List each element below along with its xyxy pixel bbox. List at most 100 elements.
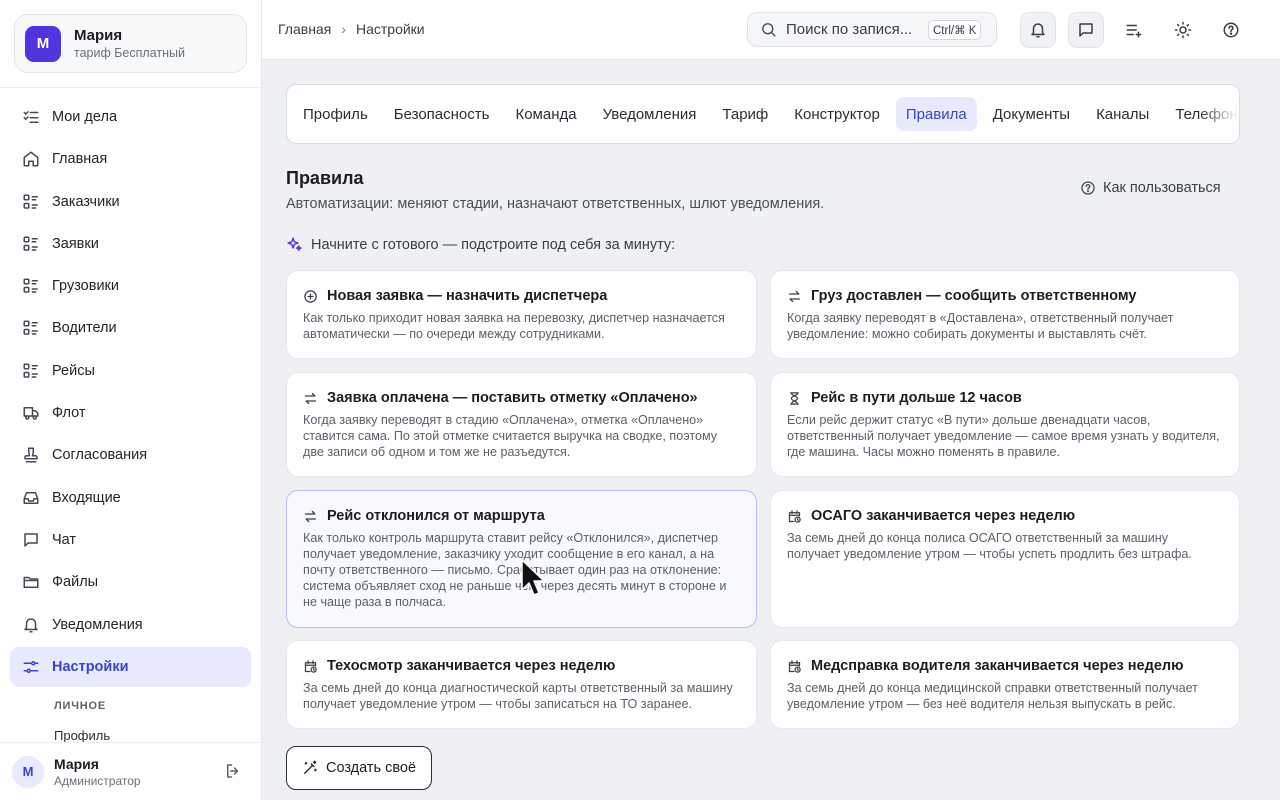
template-title: Груз доставлен — сообщить ответственному bbox=[811, 288, 1137, 304]
swap-icon bbox=[788, 290, 801, 302]
tab-rules[interactable]: Правила bbox=[895, 97, 977, 131]
bell-icon bbox=[1031, 23, 1045, 38]
tab-team[interactable]: Команда bbox=[505, 97, 586, 131]
search-shortcut: Ctrl/⌘ K bbox=[928, 19, 982, 40]
template-description: Когда заявку переводят в «Доставлена», о… bbox=[787, 311, 1174, 341]
template-card[interactable]: Груз доставлен — сообщить ответственному… bbox=[770, 270, 1240, 359]
template-card[interactable]: Новая заявка — назначить диспетчера Как … bbox=[286, 270, 757, 359]
sidebar-item-label: Входящие bbox=[52, 489, 121, 506]
user-role: Администратор bbox=[54, 773, 141, 788]
tasks-icon bbox=[23, 111, 39, 123]
sidebar-item-customers[interactable]: Заказчики bbox=[10, 182, 251, 222]
template-description: За семь дней до конца полиса ОСАГО ответ… bbox=[787, 531, 1192, 561]
template-title: Заявка оплачена — поставить отметку «Опл… bbox=[327, 390, 698, 406]
sliders-icon bbox=[23, 660, 39, 673]
template-title: Техосмотр заканчивается через неделю bbox=[327, 658, 616, 674]
calendar-clock-icon bbox=[304, 659, 317, 673]
template-card[interactable]: Заявка оплачена — поставить отметку «Опл… bbox=[286, 372, 757, 477]
sidebar-nav: Мои дела Главная Заказчики Заявки Грузов… bbox=[10, 97, 251, 689]
sidebar-item-label: Флот bbox=[52, 405, 86, 422]
sidebar-sublink-profile[interactable]: Профиль bbox=[54, 728, 110, 743]
search-box[interactable]: Ctrl/⌘ K bbox=[747, 12, 997, 47]
notifications-button[interactable] bbox=[1020, 12, 1056, 48]
template-card[interactable]: Техосмотр заканчивается через неделю За … bbox=[286, 640, 757, 729]
messages-button[interactable] bbox=[1068, 12, 1104, 48]
breadcrumb-home[interactable]: Главная bbox=[278, 21, 331, 37]
sidebar-item-label: Согласования bbox=[52, 447, 148, 464]
chat-icon bbox=[24, 533, 38, 547]
plus-circle-icon bbox=[304, 289, 317, 303]
list-icon bbox=[23, 236, 38, 251]
sidebar-item-approvals[interactable]: Согласования bbox=[10, 435, 251, 475]
sidebar-item-label: Уведомления bbox=[52, 616, 143, 633]
mouse-cursor-icon bbox=[521, 559, 545, 596]
template-card[interactable]: Рейс в пути дольше 12 часов Если рейс де… bbox=[770, 372, 1240, 477]
hourglass-icon bbox=[790, 391, 799, 405]
sidebar-item-chat[interactable]: Чат bbox=[10, 520, 251, 560]
help-button[interactable] bbox=[1213, 12, 1249, 48]
template-description: Как только приходит новая заявка на пере… bbox=[303, 311, 725, 341]
avatar[interactable]: М bbox=[12, 755, 44, 788]
chevron-right-icon: › bbox=[341, 21, 346, 37]
chat-icon bbox=[1079, 23, 1093, 37]
tab-builder[interactable]: Конструктор bbox=[784, 97, 890, 131]
sidebar-item-home[interactable]: Главная bbox=[10, 139, 251, 179]
tab-channels[interactable]: Каналы bbox=[1086, 97, 1159, 131]
list-icon bbox=[23, 194, 38, 209]
sun-icon bbox=[1174, 21, 1192, 39]
swap-icon bbox=[304, 510, 317, 522]
template-card[interactable]: ОСАГО заканчивается через неделю За семь… bbox=[770, 490, 1240, 628]
tab-security[interactable]: Безопасность bbox=[384, 97, 500, 131]
bell-icon bbox=[24, 617, 38, 633]
tab-notifications[interactable]: Уведомления bbox=[593, 97, 707, 131]
sidebar-item-my-tasks[interactable]: Мои дела bbox=[10, 97, 251, 137]
sidebar-item-label: Водители bbox=[52, 320, 117, 337]
tab-documents[interactable]: Документы bbox=[983, 97, 1080, 131]
sidebar-item-label: Грузовики bbox=[52, 278, 119, 295]
user-panel: М Мария Администратор bbox=[0, 742, 261, 800]
template-description: За семь дней до конца диагностической ка… bbox=[303, 681, 733, 711]
breadcrumb-current: Настройки bbox=[355, 21, 425, 37]
how-to-use-link[interactable]: Как пользоваться bbox=[1080, 180, 1221, 196]
template-description: Когда заявку переводят в стадию «Оплачен… bbox=[303, 413, 718, 459]
template-card[interactable]: Медсправка водителя заканчивается через … bbox=[770, 640, 1240, 729]
create-rule-button[interactable]: Создать своё bbox=[286, 746, 432, 790]
theme-toggle-button[interactable] bbox=[1165, 12, 1201, 48]
help-icon bbox=[1081, 181, 1095, 195]
sidebar-item-fleet[interactable]: Флот bbox=[10, 393, 251, 433]
sidebar-item-notifications[interactable]: Уведомления bbox=[10, 605, 251, 645]
logout-icon[interactable] bbox=[224, 762, 242, 780]
tab-telephony[interactable]: Телефония bbox=[1165, 97, 1239, 131]
magic-wand-icon bbox=[303, 760, 317, 774]
sidebar-item-trucks[interactable]: Грузовики bbox=[10, 266, 251, 306]
list-icon bbox=[23, 278, 38, 293]
sidebar-item-label: Настройки bbox=[52, 658, 129, 675]
breadcrumb: Главная › Настройки bbox=[278, 21, 425, 37]
template-title: Рейс в пути дольше 12 часов bbox=[811, 390, 1022, 406]
sidebar-item-label: Мои дела bbox=[52, 109, 118, 125]
template-title: Медсправка водителя заканчивается через … bbox=[811, 658, 1184, 674]
search-icon bbox=[762, 23, 776, 37]
tab-plan[interactable]: Тариф bbox=[712, 97, 778, 131]
sidebar-item-drivers[interactable]: Водители bbox=[10, 308, 251, 348]
sidebar-item-label: Главная bbox=[52, 151, 108, 168]
list-add-icon bbox=[1126, 24, 1142, 38]
sidebar-item-trips[interactable]: Рейсы bbox=[10, 351, 251, 391]
add-task-button[interactable] bbox=[1116, 12, 1152, 48]
page-title: Правила bbox=[286, 168, 364, 188]
sidebar-item-settings[interactable]: Настройки bbox=[10, 646, 251, 687]
account-name: Мария bbox=[74, 27, 123, 44]
templates-hint: Начните с готового — подстроите под себя… bbox=[286, 236, 675, 253]
templates-hint-text: Начните с готового — подстроите под себя… bbox=[311, 236, 676, 253]
sidebar-item-label: Заказчики bbox=[52, 193, 120, 210]
sidebar-item-files[interactable]: Файлы bbox=[10, 562, 251, 602]
sidebar-item-inbox[interactable]: Входящие bbox=[10, 478, 251, 518]
template-title: Новая заявка — назначить диспетчера bbox=[327, 288, 608, 304]
account-switcher[interactable]: М Мария тариф Бесплатный bbox=[14, 14, 247, 73]
help-icon bbox=[1223, 22, 1239, 38]
sidebar-item-requests[interactable]: Заявки bbox=[10, 224, 251, 264]
search-input[interactable] bbox=[786, 21, 924, 38]
tab-profile[interactable]: Профиль bbox=[293, 97, 378, 131]
list-icon bbox=[23, 320, 38, 336]
folder-icon bbox=[23, 577, 39, 589]
